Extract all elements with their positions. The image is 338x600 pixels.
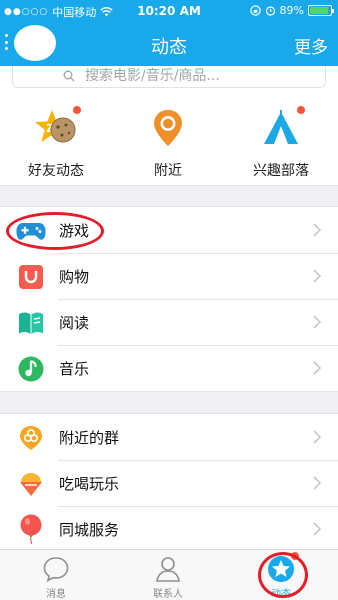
alarm-icon [265,6,275,16]
contacts-icon [156,557,180,582]
list-item-games[interactable]: 游戏 [0,207,338,253]
quick-access: Z 好友动态 附近 兴趣部落 [0,94,338,186]
quick-item-friends-feed[interactable]: Z 好友动态 [0,94,112,186]
message-bubble-icon [43,557,69,583]
tab-messages[interactable]: 消息 [0,550,112,600]
battery-percent: 89% [279,4,304,17]
tab-contacts[interactable]: 联系人 [112,550,224,600]
nav-bar: 动态 更多 [0,22,338,66]
quick-label-friends-feed: 好友动态 [28,163,84,179]
interest-tribe-badge [297,106,305,114]
search-icon [63,70,75,82]
friends-feed-icon: Z [35,110,76,143]
ice-cream-icon [20,473,42,496]
list-item-nearby-groups[interactable]: 附近的群 [0,414,338,460]
gamepad-icon [16,223,46,240]
more-button[interactable]: 更多 [294,33,328,58]
search-input[interactable]: 搜索电影/音乐/商品... [12,66,326,88]
list-label-food-fun: 吃喝玩乐 [59,475,120,493]
quick-item-nearby[interactable]: 附近 [112,94,224,186]
status-bar: ●●○○○ 中国移动 10:20 AM 89% [0,0,338,22]
chevron-right-icon [313,476,321,490]
chevron-right-icon [313,430,321,444]
section-local: 附近的群 吃喝玩乐 同城服务 [0,413,338,553]
balloon-icon [20,514,42,544]
search-area: 搜索电影/音乐/商品... [0,66,338,94]
tab-label-messages: 消息 [46,589,66,600]
chevron-right-icon [313,269,321,283]
music-note-icon [18,356,44,382]
chevron-right-icon [313,522,321,536]
list-item-city-services[interactable]: 同城服务 [0,506,338,552]
list-label-music: 音乐 [59,360,90,378]
chevron-right-icon [313,315,321,329]
nearby-groups-icon [20,426,42,450]
tab-label-feed: 动态 [271,589,291,600]
lock-rotation-icon [249,5,261,16]
feed-tab-badge [291,552,299,560]
list-item-shopping[interactable]: 购物 [0,253,338,299]
tab-bar: 消息 联系人 动态 [0,549,338,600]
top-bar: ●●○○○ 中国移动 10:20 AM 89% 动态 更多 [0,0,338,66]
list-label-city-services: 同城服务 [59,521,120,539]
page-title: 动态 [151,37,187,58]
tent-icon [264,110,298,144]
chevron-right-icon [313,361,321,375]
book-icon [19,312,43,334]
section-services: 游戏 购物 阅读 音乐 [0,206,338,392]
list-label-shopping: 购物 [59,268,90,286]
friends-feed-badge [73,106,81,114]
tab-feed[interactable]: 动态 [225,550,337,600]
list-label-nearby-groups: 附近的群 [59,429,120,447]
list-item-food-fun[interactable]: 吃喝玩乐 [0,460,338,506]
list-item-reading[interactable]: 阅读 [0,299,338,345]
shopping-bag-icon [19,265,43,289]
tab-label-contacts: 联系人 [153,589,183,600]
star-icon [268,556,294,582]
search-placeholder: 搜索电影/音乐/商品... [85,68,220,84]
chevron-right-icon [313,223,321,237]
quick-item-interest-tribe[interactable]: 兴趣部落 [225,94,337,186]
location-pin-icon [154,110,182,146]
quick-label-interest-tribe: 兴趣部落 [253,163,309,179]
list-label-games: 游戏 [59,222,90,240]
list-item-music[interactable]: 音乐 [0,345,338,391]
list-label-reading: 阅读 [59,314,90,332]
quick-label-nearby: 附近 [154,163,182,179]
battery-icon [308,5,334,16]
